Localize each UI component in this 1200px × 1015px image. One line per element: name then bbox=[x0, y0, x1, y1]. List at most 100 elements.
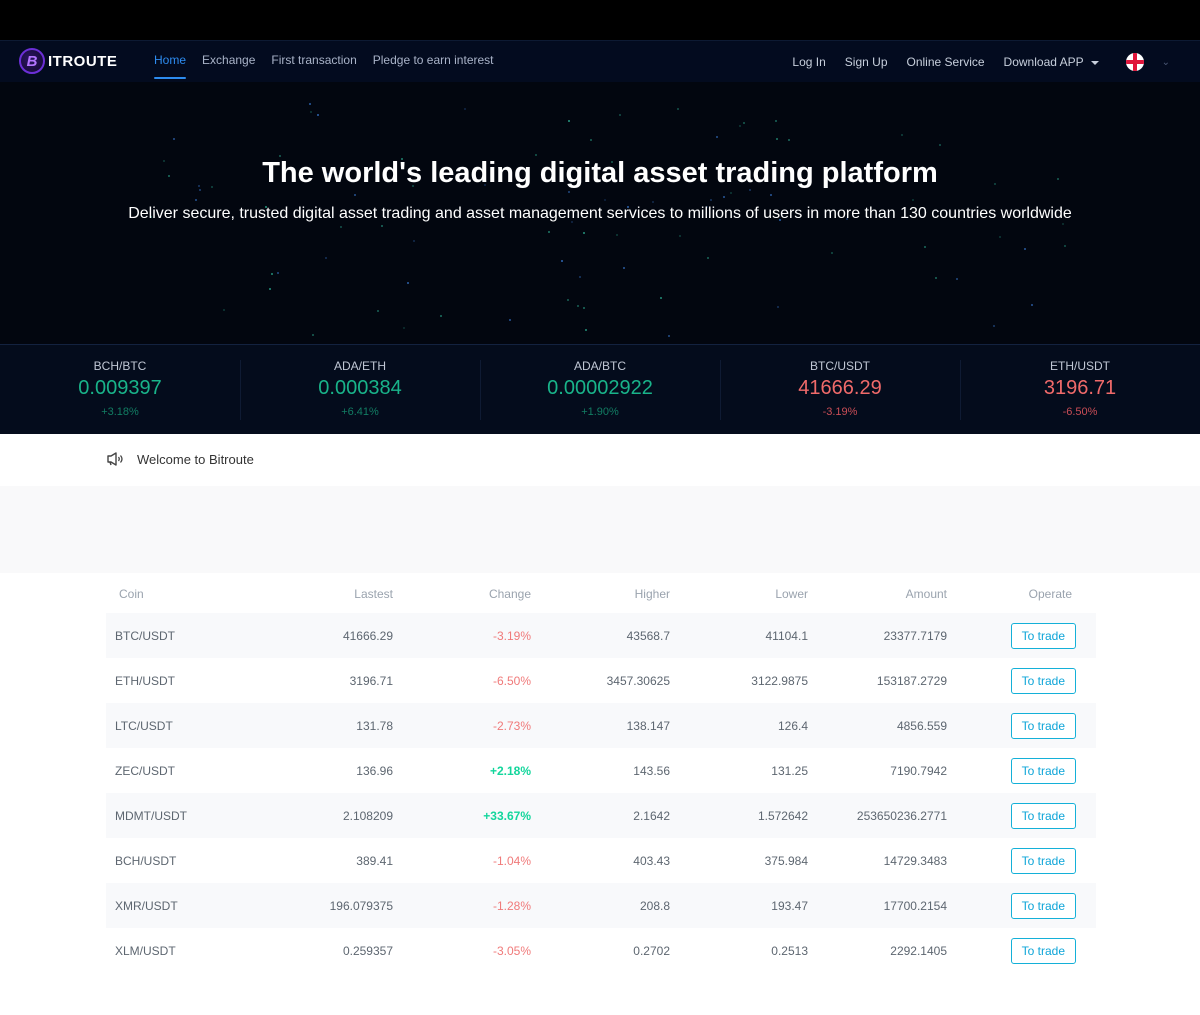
operate-cell: To trade bbox=[947, 757, 1086, 784]
lower-cell: 131.25 bbox=[771, 763, 808, 778]
star-dot bbox=[676, 107, 679, 110]
header-change: Change bbox=[488, 587, 531, 601]
operate-cell: To trade bbox=[947, 667, 1086, 694]
table-row[interactable]: MDMT/USDT 2.108209 +33.67% 2.1642 1.572642 25… bbox=[106, 793, 1096, 838]
change-cell: -3.19% bbox=[492, 628, 531, 643]
logo-mark-icon: B bbox=[19, 48, 45, 74]
ticker-price: 0.00002922 bbox=[547, 377, 653, 399]
ticker-item[interactable]: ETH/USDT 3196.71 -6.50% bbox=[960, 345, 1200, 434]
star-dot bbox=[622, 267, 625, 270]
lower-cell: 3122.9875 bbox=[751, 673, 808, 688]
star-dot bbox=[788, 139, 791, 142]
lower-cell: 41104.1 bbox=[765, 628, 809, 643]
star-dot bbox=[774, 119, 777, 122]
nav-first-transaction[interactable]: First transaction bbox=[271, 41, 356, 83]
latest-cell: 41666.29 bbox=[342, 628, 393, 643]
higher-cell: 3457.30625 bbox=[606, 673, 670, 688]
star-dot bbox=[934, 276, 937, 279]
to-trade-button[interactable]: To trade bbox=[1010, 892, 1076, 919]
ticker-price: 0.009397 bbox=[78, 377, 162, 399]
download-app-dropdown[interactable]: Download APP bbox=[1004, 55, 1099, 69]
amount-cell: 253650236.2771 bbox=[856, 808, 947, 823]
coin-cell: XMR/USDT bbox=[115, 898, 178, 913]
announcement-bar[interactable]: Welcome to Bitroute bbox=[106, 451, 254, 467]
ticker-item[interactable]: ADA/BTC 0.00002922 +1.90% bbox=[480, 345, 720, 434]
operate-cell: To trade bbox=[947, 622, 1086, 649]
to-trade-button[interactable]: To trade bbox=[1010, 802, 1076, 829]
table-row[interactable]: XMR/USDT 196.079375 -1.28% 208.8 193.47 17700… bbox=[106, 883, 1096, 928]
star-dot bbox=[376, 309, 379, 312]
ticker-strip: BCH/BTC 0.009397 +3.18% ADA/ETH 0.000384… bbox=[0, 344, 1200, 434]
star-dot bbox=[173, 138, 176, 141]
table-row[interactable]: ZEC/USDT 136.96 +2.18% 143.56 131.25 7190.794… bbox=[106, 748, 1096, 793]
star-dot bbox=[707, 257, 710, 260]
amount-cell: 2292.1405 bbox=[890, 943, 947, 958]
table-row[interactable]: BTC/USDT 41666.29 -3.19% 43568.7 41104.1 2337… bbox=[106, 613, 1096, 658]
table-row[interactable]: BCH/USDT 389.41 -1.04% 403.43 375.984 14729.3… bbox=[106, 838, 1096, 883]
change-cell: -2.73% bbox=[492, 718, 531, 733]
star-dot bbox=[310, 110, 313, 113]
star-dot bbox=[195, 198, 198, 201]
star-dot bbox=[901, 134, 904, 137]
coin-cell: BTC/USDT bbox=[115, 628, 175, 643]
to-trade-button[interactable]: To trade bbox=[1010, 757, 1076, 784]
star-dot bbox=[268, 288, 271, 291]
to-trade-button[interactable]: To trade bbox=[1010, 847, 1076, 874]
banner-placeholder bbox=[0, 486, 1200, 573]
star-dot bbox=[619, 114, 622, 117]
lower-cell: 126.4 bbox=[777, 718, 808, 733]
star-dot bbox=[440, 315, 443, 318]
login-link[interactable]: Log In bbox=[792, 55, 825, 69]
amount-cell: 153187.2729 bbox=[876, 673, 947, 688]
star-dot bbox=[722, 196, 725, 199]
table-row[interactable]: LTC/USDT 131.78 -2.73% 138.147 126.4 4856.559… bbox=[106, 703, 1096, 748]
to-trade-button[interactable]: To trade bbox=[1010, 622, 1076, 649]
to-trade-button[interactable]: To trade bbox=[1010, 712, 1076, 739]
operate-cell: To trade bbox=[947, 892, 1086, 919]
header-latest: Lastest bbox=[354, 587, 393, 601]
star-dot bbox=[277, 272, 280, 275]
language-selector[interactable]: ⌄ bbox=[1118, 53, 1170, 71]
operate-cell: To trade bbox=[947, 712, 1086, 739]
coin-cell: XLM/USDT bbox=[115, 943, 176, 958]
ticker-price: 3196.71 bbox=[1043, 377, 1117, 399]
higher-cell: 0.2702 bbox=[633, 943, 670, 958]
ticker-pair: ETH/USDT bbox=[1050, 359, 1110, 373]
star-dot bbox=[999, 235, 1002, 238]
chevron-down-icon: ⌄ bbox=[1161, 56, 1170, 68]
nav-exchange[interactable]: Exchange bbox=[202, 41, 255, 83]
nav-home[interactable]: Home bbox=[154, 41, 187, 83]
ticker-item[interactable]: ADA/ETH 0.000384 +6.41% bbox=[240, 345, 480, 434]
signup-link[interactable]: Sign Up bbox=[845, 55, 888, 69]
star-dot bbox=[604, 199, 607, 202]
star-dot bbox=[1061, 222, 1064, 225]
star-dot bbox=[589, 138, 592, 141]
star-dot bbox=[583, 306, 586, 309]
higher-cell: 138.147 bbox=[626, 718, 670, 733]
change-cell: +33.67% bbox=[483, 808, 531, 823]
header-coin: Coin bbox=[119, 587, 144, 601]
amount-cell: 23377.7179 bbox=[883, 628, 947, 643]
ticker-item[interactable]: BTC/USDT 41666.29 -3.19% bbox=[720, 345, 960, 434]
star-dot bbox=[1030, 304, 1033, 307]
star-dot bbox=[223, 309, 226, 312]
table-row[interactable]: ETH/USDT 3196.71 -6.50% 3457.30625 3122.9875… bbox=[106, 658, 1096, 703]
coin-cell: ZEC/USDT bbox=[115, 763, 175, 778]
online-service-link[interactable]: Online Service bbox=[907, 55, 985, 69]
change-cell: +2.18% bbox=[489, 763, 531, 778]
to-trade-button[interactable]: To trade bbox=[1010, 937, 1076, 964]
star-dot bbox=[615, 233, 618, 236]
star-dot bbox=[566, 299, 569, 302]
ticker-pair: ADA/ETH bbox=[333, 359, 386, 373]
ticker-item[interactable]: BCH/BTC 0.009397 +3.18% bbox=[0, 345, 240, 434]
caret-down-icon bbox=[1090, 61, 1099, 65]
nav-pledge[interactable]: Pledge to earn interest bbox=[373, 41, 494, 83]
star-dot bbox=[1024, 247, 1027, 250]
to-trade-button[interactable]: To trade bbox=[1010, 667, 1076, 694]
ticker-pair: BTC/USDT bbox=[810, 359, 870, 373]
logo[interactable]: B ITROUTE bbox=[19, 48, 117, 74]
table-row[interactable]: XLM/USDT 0.259357 -3.05% 0.2702 0.2513 2292.1… bbox=[106, 928, 1096, 973]
amount-cell: 17700.2154 bbox=[883, 898, 947, 913]
star-dot bbox=[660, 297, 663, 300]
hero-banner: The world's leading digital asset tradin… bbox=[0, 82, 1200, 344]
